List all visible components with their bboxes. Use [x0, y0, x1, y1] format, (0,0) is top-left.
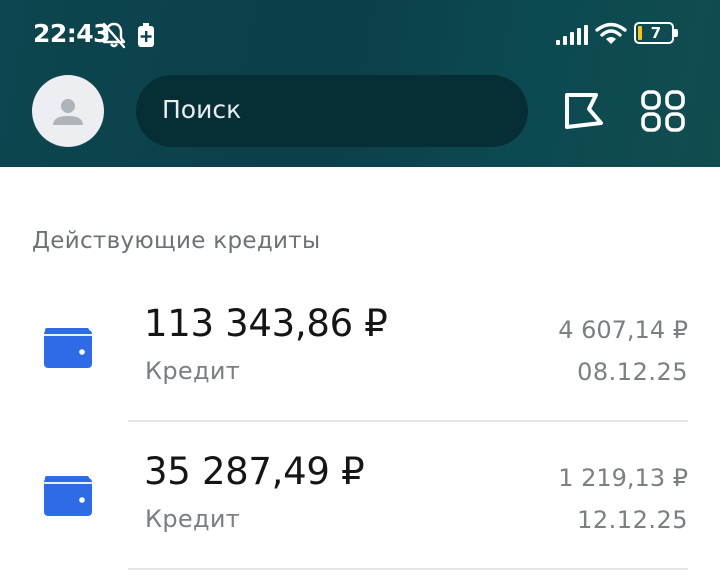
- wifi-icon: [595, 22, 627, 44]
- search-input[interactable]: Поиск: [136, 75, 528, 147]
- credit-date: 12.12.25: [577, 506, 688, 534]
- grid-icon[interactable]: [640, 90, 686, 132]
- section-title: Действующие кредиты: [32, 228, 321, 254]
- credit-date: 08.12.25: [577, 358, 688, 386]
- credit-item[interactable]: 113 343,86 ₽ Кредит 4 607,14 ₽ 08.12.25: [0, 274, 720, 422]
- credit-amount: 35 287,49 ₽: [144, 450, 365, 493]
- credit-item[interactable]: 35 287,49 ₽ Кредит 1 219,13 ₽ 12.12.25: [0, 422, 720, 570]
- app-header: 22:43 7 Поиск: [0, 0, 720, 167]
- battery-level: 7: [650, 24, 662, 42]
- battery-saver-icon: [138, 23, 154, 47]
- credit-type: Кредит: [145, 357, 241, 385]
- bell-off-icon: [102, 22, 126, 49]
- signal-icon: [556, 25, 588, 45]
- flag-icon[interactable]: [562, 90, 606, 132]
- wallet-icon: [44, 476, 92, 516]
- search-placeholder: Поиск: [162, 95, 242, 124]
- avatar[interactable]: [32, 75, 104, 147]
- credit-payment: 4 607,14 ₽: [558, 316, 688, 344]
- status-time: 22:43: [33, 19, 111, 48]
- battery-fill: [638, 26, 642, 40]
- battery-icon: 7: [634, 22, 682, 46]
- person-icon: [53, 99, 83, 125]
- divider: [128, 568, 688, 570]
- credit-type: Кредит: [145, 505, 241, 533]
- wallet-icon: [44, 328, 92, 368]
- credit-payment: 1 219,13 ₽: [558, 464, 688, 492]
- status-bar: 22:43 7: [0, 0, 720, 70]
- credit-amount: 113 343,86 ₽: [144, 302, 388, 345]
